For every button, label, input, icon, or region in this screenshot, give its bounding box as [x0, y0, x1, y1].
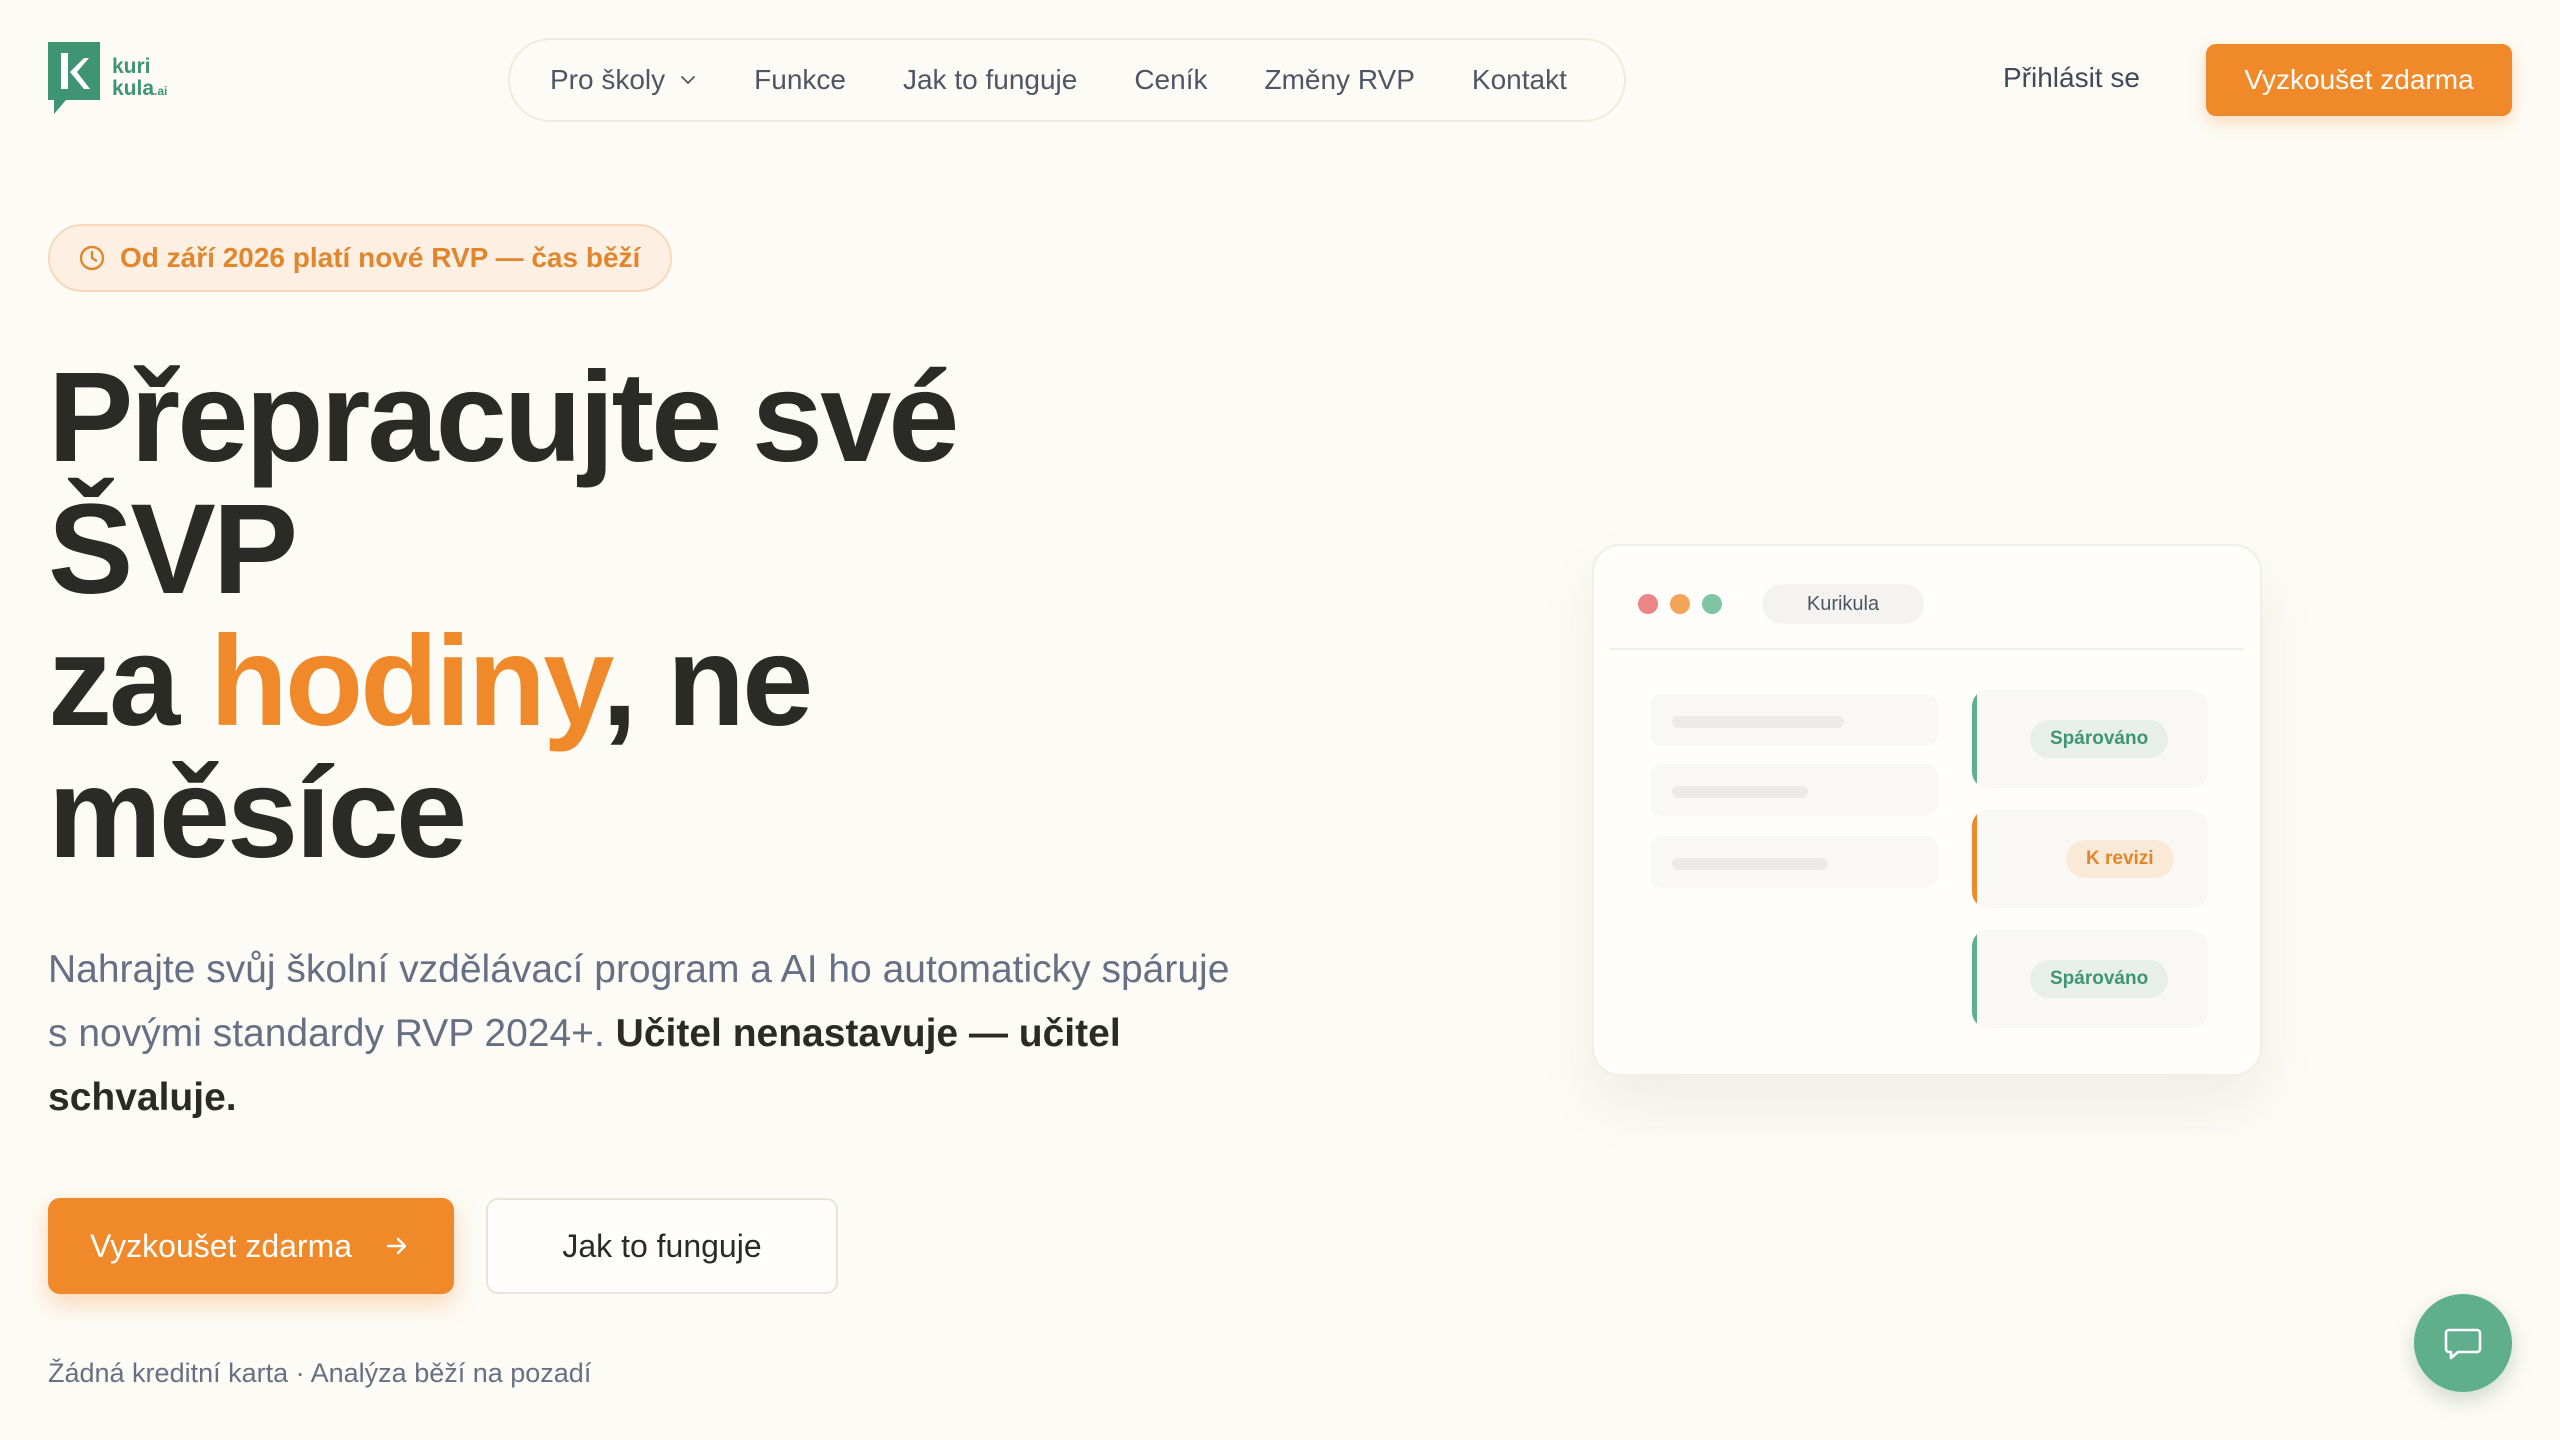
hero-note: Žádná kreditní karta · Analýza běží na p… [48, 1358, 592, 1388]
preview-divider [1610, 648, 2244, 650]
nav-item-kontakt[interactable]: Kontakt [1472, 64, 1567, 96]
nav-item-funkce[interactable]: Funkce [754, 64, 846, 96]
header-try-free-button[interactable]: Vyzkoušet zdarma [2206, 44, 2512, 116]
headline-line3-suffix: , ne [601, 610, 813, 753]
app-preview-card: Kurikula Spárováno K revizi Spárováno [1592, 544, 2262, 1076]
logo-text-line2: kula [112, 77, 155, 100]
nav-item-label: Pro školy [550, 64, 666, 95]
window-dot-green [1702, 594, 1722, 614]
nav-item-zmeny-rvp[interactable]: Změny RVP [1264, 64, 1414, 96]
logo-suffix: .ai [154, 84, 168, 98]
status-badge: Spárováno [2030, 960, 2169, 998]
headline-line3-prefix: za [48, 610, 210, 753]
chat-bubble-icon [2444, 1328, 2482, 1360]
chat-button[interactable] [2414, 1294, 2512, 1392]
headline-line4: měsíce [48, 742, 467, 885]
try-free-button[interactable]: Vyzkoušet zdarma [48, 1198, 454, 1294]
login-link[interactable]: Přihlásit se [2003, 62, 2140, 94]
status-badge: Spárováno [2030, 720, 2169, 758]
landing-page: kuri kula.ai Pro školy Funkce Jak to fun… [0, 0, 2560, 1440]
nav-item-cenik[interactable]: Ceník [1134, 64, 1207, 96]
hero-subtitle: Nahrajte svůj školní vzdělávací program … [48, 938, 1248, 1130]
logo-text-line1: kuri [112, 55, 151, 78]
deadline-badge: Od září 2026 platí nové RVP — čas běží [48, 224, 673, 292]
status-badge: K revizi [2066, 840, 2174, 878]
window-dot-red [1638, 594, 1658, 614]
svp-line-placeholder [1650, 694, 1938, 746]
preview-tab: Kurikula [1762, 584, 1924, 624]
hero-headline: Přepracujte své ŠVP za hodiny, ne měsíce [48, 352, 1148, 880]
badge-text: Od září 2026 platí nové RVP — čas běží [120, 242, 641, 273]
headline-line1: Přepracujte své [48, 346, 959, 489]
window-controls [1638, 594, 1722, 614]
clock-icon [79, 245, 105, 271]
match-row: Spárováno [1972, 930, 2208, 1028]
headline-line2: ŠVP [48, 478, 298, 621]
nav-item-pro-skoly[interactable]: Pro školy [550, 64, 697, 96]
how-it-works-button[interactable]: Jak to funguje [486, 1198, 838, 1294]
try-free-label: Vyzkoušet zdarma [89, 1227, 353, 1264]
main-nav: Pro školy Funkce Jak to funguje Ceník Zm… [508, 38, 1626, 122]
logo[interactable]: kuri kula.ai [48, 42, 167, 116]
window-dot-yellow [1670, 594, 1690, 614]
headline-accent: hodiny [209, 610, 605, 753]
chevron-down-icon [681, 76, 696, 84]
nav-item-jak-to-funguje[interactable]: Jak to funguje [903, 64, 1077, 96]
logo-mark-icon [48, 42, 100, 114]
arrow-right-icon [386, 1237, 407, 1255]
match-row: K revizi [1972, 810, 2208, 908]
svp-line-placeholder [1650, 836, 1938, 888]
match-row: Spárováno [1972, 690, 2208, 788]
svp-line-placeholder [1650, 764, 1938, 816]
logo-wordmark: kuri kula.ai [112, 56, 167, 102]
